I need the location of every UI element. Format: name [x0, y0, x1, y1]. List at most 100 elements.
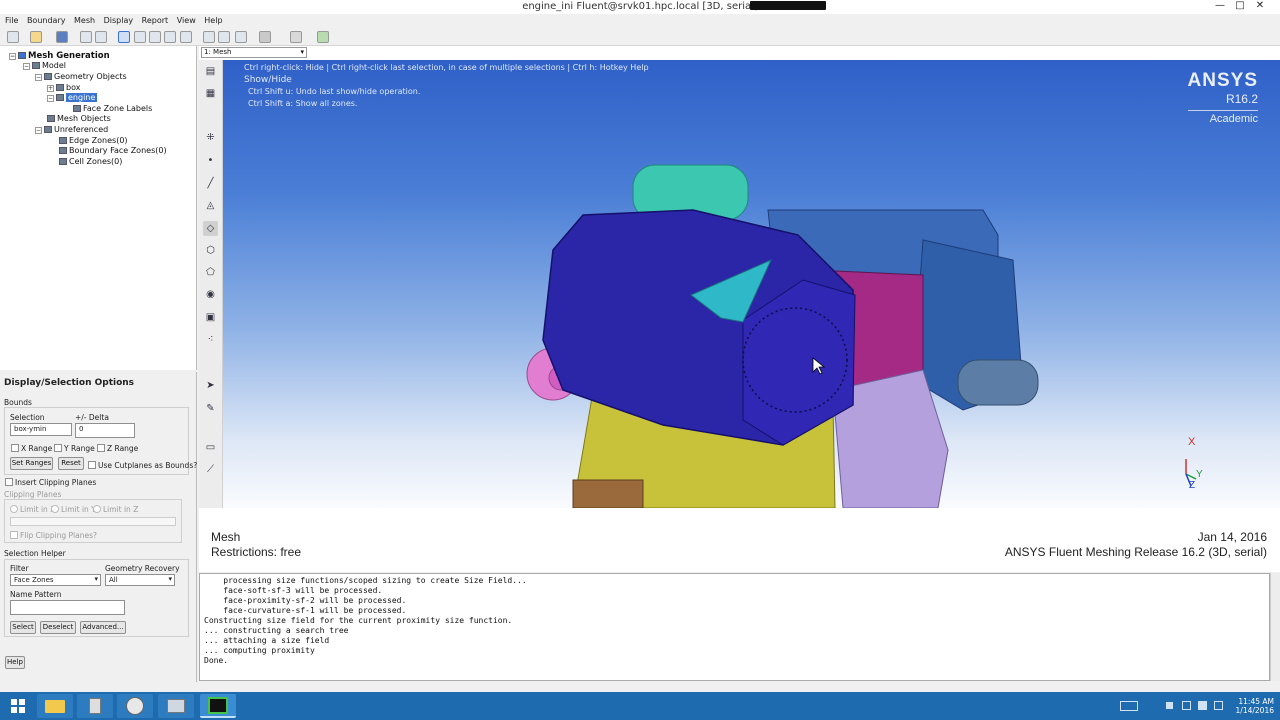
tree-item-cell-zones[interactable]: Cell Zones(0)	[59, 157, 122, 167]
tree-item-engine[interactable]: − engine	[47, 93, 98, 103]
pick-icon[interactable]: ✎	[203, 401, 218, 416]
flag-icon[interactable]	[1214, 701, 1223, 710]
tree-item-boundary-face-zones[interactable]: Boundary Face Zones(0)	[59, 146, 167, 156]
zone-icon[interactable]: ⬠	[203, 265, 218, 280]
tray-up-icon[interactable]	[1166, 702, 1173, 709]
name-pattern-input[interactable]	[10, 600, 125, 615]
console-line: face-curvature-sf-1 will be processed.	[204, 606, 407, 615]
tree-item-model[interactable]: − Model	[23, 61, 66, 71]
advanced-button[interactable]: Advanced...	[80, 621, 126, 634]
face-icon[interactable]: ◇	[203, 221, 218, 236]
pan-icon[interactable]	[134, 31, 146, 43]
windows-taskbar: 11:45 AM 1/14/2016	[0, 692, 1280, 720]
outline-icon[interactable]: ▤	[203, 64, 218, 79]
mesh-viewport[interactable]	[223, 60, 1280, 509]
volume-icon[interactable]	[1198, 701, 1207, 710]
graphics-window-select[interactable]: 1: Mesh ▾	[201, 47, 307, 58]
view-icon[interactable]	[235, 31, 247, 43]
app-window-icon[interactable]	[158, 694, 194, 718]
open-folder-icon[interactable]	[30, 31, 42, 43]
mesh-info: Mesh Restrictions: free	[211, 530, 301, 560]
probe-icon[interactable]	[180, 31, 192, 43]
pointer-icon[interactable]: ➤	[203, 378, 218, 393]
save-icon[interactable]	[56, 31, 68, 43]
mesh-tool-icon[interactable]	[7, 31, 19, 43]
limit-x-radio[interactable]	[10, 505, 18, 513]
x-range-checkbox[interactable]	[11, 444, 19, 452]
flip-clipping-checkbox[interactable]	[10, 531, 18, 539]
menu-view[interactable]: View	[177, 14, 196, 28]
set-ranges-button[interactable]: Set Ranges	[10, 457, 53, 470]
point-icon[interactable]: •	[203, 153, 218, 168]
menu-display[interactable]: Display	[104, 14, 134, 28]
cell-icon[interactable]: ⬡	[203, 243, 218, 258]
tree-item-mesh-objects[interactable]: Mesh Objects	[47, 114, 111, 124]
eye-icon[interactable]: ◉	[203, 287, 218, 302]
reset-button[interactable]: Reset	[58, 457, 84, 470]
help-icon[interactable]	[95, 31, 107, 43]
tree-item-face-zone-labels[interactable]: Face Zone Labels	[73, 104, 152, 114]
grid-icon[interactable]	[317, 31, 329, 43]
insert-clipping-checkbox[interactable]	[5, 478, 13, 486]
minimize-button[interactable]: —	[1210, 0, 1230, 13]
menu-report[interactable]: Report	[142, 14, 169, 28]
z-range-label: Z Range	[107, 444, 139, 453]
zoom-in-icon[interactable]	[149, 31, 161, 43]
edge-zones-icon	[59, 137, 67, 144]
help-button[interactable]: Help	[5, 656, 25, 669]
system-tray-clock[interactable]: 11:45 AM 1/14/2016	[1236, 697, 1274, 715]
fit-icon[interactable]	[203, 31, 215, 43]
menu-help[interactable]: Help	[204, 14, 222, 28]
geometry-recovery-select[interactable]: All ▾	[105, 574, 175, 586]
x-range-label: X Range	[21, 444, 53, 453]
server-manager-icon[interactable]	[77, 694, 113, 718]
file-explorer-icon[interactable]	[37, 694, 73, 718]
maximize-button[interactable]: □	[1230, 0, 1250, 13]
limit-x-label: Limit in X	[20, 505, 56, 514]
transform-icon[interactable]	[290, 31, 302, 43]
chat-icon[interactable]: ▭	[203, 440, 218, 455]
menu-boundary[interactable]: Boundary	[27, 14, 66, 28]
limit-z-radio[interactable]	[93, 505, 101, 513]
close-button[interactable]: ✕	[1250, 0, 1270, 13]
console-output[interactable]: processing size functions/scoped sizing …	[199, 573, 1270, 681]
tree-item-unreferenced[interactable]: − Unreferenced	[35, 125, 108, 135]
fluent-app-icon[interactable]	[200, 694, 236, 718]
print-icon[interactable]	[80, 31, 92, 43]
tree-item-box[interactable]: + box	[47, 83, 80, 93]
tree-item-geometry-objects[interactable]: − Geometry Objects	[35, 72, 127, 82]
clock-app-icon[interactable]	[117, 694, 153, 718]
tree-item-mesh-generation[interactable]: − Mesh Generation	[9, 51, 110, 61]
menu-mesh[interactable]: Mesh	[74, 14, 95, 28]
z-range-checkbox[interactable]	[97, 444, 105, 452]
y-range-checkbox[interactable]	[54, 444, 62, 452]
console-scrollbar[interactable]	[1270, 573, 1280, 681]
tree-item-edge-zones[interactable]: Edge Zones(0)	[59, 136, 128, 146]
measure-icon[interactable]: ⟋	[203, 462, 218, 477]
zoom-to-fit-icon[interactable]	[218, 31, 230, 43]
zoom-box-icon[interactable]	[164, 31, 176, 43]
display-icon[interactable]: ▣	[203, 310, 218, 325]
mesh-label: Mesh	[211, 530, 241, 544]
filter-select[interactable]: Face Zones ▾	[10, 574, 101, 586]
axis-y-label: Y	[1196, 469, 1203, 480]
selection-input[interactable]: box-ymin	[10, 423, 72, 436]
windows-start-icon[interactable]	[3, 694, 33, 718]
filter-icon[interactable]: ⁜	[203, 130, 218, 145]
limit-y-radio[interactable]	[51, 505, 59, 513]
triangle-icon[interactable]: ◬	[203, 198, 218, 213]
menu-file[interactable]: File	[5, 14, 18, 28]
select-visible-icon[interactable]: ▦	[203, 86, 218, 101]
keyboard-icon[interactable]	[1120, 701, 1138, 711]
disabled-tool-icon[interactable]	[259, 31, 271, 43]
select-button[interactable]: Select	[10, 621, 36, 634]
limit-y-label: Limit in Y	[61, 505, 96, 514]
use-cutplanes-checkbox[interactable]	[88, 461, 96, 469]
clipping-slider[interactable]	[10, 517, 176, 526]
nodes-icon[interactable]: ⁖	[203, 332, 218, 347]
line-icon[interactable]: ╱	[203, 176, 218, 191]
delta-input[interactable]: 0	[75, 423, 135, 438]
rotate-icon[interactable]	[118, 31, 130, 43]
deselect-button[interactable]: Deselect	[40, 621, 76, 634]
network-icon[interactable]	[1182, 701, 1191, 710]
